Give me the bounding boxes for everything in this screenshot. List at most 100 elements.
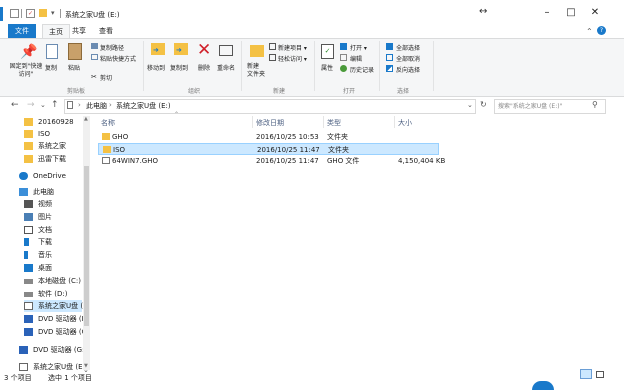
folder-icon — [24, 118, 33, 126]
folder-icon — [24, 130, 33, 138]
breadcrumb-usb-drive[interactable]: 系统之家U盘 (E:) — [116, 101, 171, 111]
column-date[interactable]: 修改日期 — [256, 118, 284, 128]
sidebar-item[interactable]: 音乐 — [24, 249, 82, 261]
usb-drive-icon — [24, 302, 33, 310]
sidebar-item[interactable]: 20160928 — [24, 116, 82, 128]
properties-button[interactable]: 属性 — [321, 63, 333, 72]
paste-button[interactable]: 粘贴 — [68, 63, 80, 72]
sidebar-item[interactable]: 系统之家U盘 (E: — [24, 300, 90, 312]
sidebar-item[interactable]: 图片 — [24, 211, 82, 223]
sidebar-item[interactable]: 下载 — [24, 236, 82, 248]
cloud-icon — [19, 172, 28, 180]
sidebar-item-label: 20160928 — [38, 118, 74, 126]
tab-share[interactable]: 共享 — [66, 24, 92, 38]
new-item-button[interactable]: 新建项目 ▾ — [278, 43, 307, 52]
table-row[interactable]: GHO 2016/10/25 10:53 文件夹 — [98, 131, 439, 143]
folder-icon — [24, 142, 33, 150]
sidebar-item[interactable]: 本地磁盘 (C:) — [24, 275, 82, 287]
group-select-label: 选择 — [397, 88, 410, 95]
large-icons-view-icon[interactable] — [596, 371, 604, 378]
properties-icon: ✓ — [321, 44, 334, 59]
search-placeholder: 搜索"系统之家U盘 (E:)" — [498, 103, 563, 110]
paste-shortcut-button[interactable]: 粘贴快捷方式 — [100, 54, 136, 63]
history-button[interactable]: 历史记录 — [350, 65, 374, 74]
folder-quick-icon[interactable] — [39, 9, 47, 17]
document-icon — [24, 226, 33, 234]
new-item-icon — [269, 43, 276, 50]
delete-button[interactable]: 删除 — [198, 63, 210, 72]
select-none-button[interactable]: 全部取消 — [396, 54, 420, 63]
sidebar-item[interactable]: 软件 (D:) — [24, 288, 82, 300]
invert-selection-button[interactable]: 反向选择 — [396, 65, 420, 74]
cut-button[interactable]: 剪切 — [100, 73, 112, 82]
help-icon[interactable]: ? — [597, 26, 606, 35]
sidebar-item[interactable]: 视频 — [24, 198, 82, 210]
sidebar-item[interactable]: DVD 驱动器 (F:) — [24, 313, 90, 325]
pin-quick-access-button[interactable]: 固定到"快速访问" — [9, 63, 43, 79]
edit-button[interactable]: 编辑 — [350, 54, 362, 63]
scroll-up-icon[interactable]: ▲ — [84, 116, 88, 122]
dvd-icon — [24, 328, 33, 336]
collapse-ribbon-icon[interactable]: ⌃ — [586, 27, 593, 36]
scissors-icon: ✂ — [91, 73, 97, 81]
column-type[interactable]: 类型 — [327, 118, 341, 128]
tab-view[interactable]: 查看 — [93, 24, 119, 38]
copy-to-button[interactable]: 复制到 — [170, 63, 188, 72]
sidebar-item-label: 桌面 — [38, 264, 52, 272]
tab-file[interactable]: 文件 — [8, 24, 36, 38]
address-dropdown-icon[interactable]: ⌄ — [467, 101, 473, 109]
title-divider — [60, 9, 61, 18]
search-icon[interactable]: ⚲ — [592, 100, 598, 109]
forward-icon[interactable]: → — [27, 100, 35, 110]
open-button[interactable]: 打开 ▾ — [350, 43, 367, 52]
sidebar-item[interactable]: 文档 — [24, 224, 82, 236]
table-row[interactable]: 64WIN7.GHO 2016/10/25 11:47 GHO 文件 4,150,40… — [98, 155, 445, 167]
group-divider — [433, 41, 434, 91]
group-organize-label: 组织 — [188, 88, 201, 95]
sidebar-item-label: OneDrive — [33, 172, 66, 180]
new-folder-label-1: 新建 — [247, 63, 260, 70]
app-icon — [0, 7, 3, 21]
rename-icon — [219, 45, 233, 56]
properties-quick-icon[interactable] — [10, 9, 19, 18]
sidebar-item[interactable]: 此电脑 — [19, 186, 82, 198]
recent-dropdown-icon[interactable]: ⌄ — [40, 101, 46, 109]
copy-button[interactable]: 复制 — [45, 63, 57, 72]
close-button[interactable]: ✕ — [583, 6, 607, 20]
sidebar-item[interactable]: 桌面 — [24, 262, 82, 274]
minimize-button[interactable]: – — [535, 6, 559, 20]
sidebar-item-label: DVD 驱动器 (G:) — [33, 346, 88, 354]
refresh-icon[interactable]: ↻ — [480, 100, 487, 109]
column-divider — [394, 116, 395, 128]
expand-icon[interactable]: ↔ — [479, 6, 487, 17]
new-folder-button[interactable]: 新建 文件夹 — [247, 63, 265, 79]
group-open-label: 打开 — [343, 88, 356, 95]
sidebar-item[interactable]: 系统之家 — [24, 140, 82, 152]
sidebar-item[interactable]: DVD 驱动器 (G:) — [19, 344, 87, 356]
rename-button[interactable]: 重命名 — [217, 63, 235, 72]
dvd-icon — [24, 315, 33, 323]
check-quick-icon[interactable]: ✓ — [26, 9, 35, 18]
easy-access-button[interactable]: 轻松访问 ▾ — [278, 54, 307, 63]
maximize-button[interactable]: □ — [559, 6, 583, 20]
column-size[interactable]: 大小 — [398, 118, 412, 128]
sidebar-item[interactable]: DVD 驱动器 (G: — [24, 326, 89, 338]
move-to-button[interactable]: 移动到 — [147, 63, 165, 72]
up-icon[interactable]: ↑ — [51, 100, 59, 110]
folder-icon — [102, 133, 110, 140]
sidebar-item[interactable]: OneDrive — [19, 170, 82, 182]
details-view-icon[interactable] — [580, 369, 592, 379]
sidebar-item[interactable]: 迅雷下载 — [24, 153, 82, 165]
breadcrumb-this-pc[interactable]: 此电脑 — [86, 101, 107, 111]
back-icon[interactable]: ← — [11, 100, 19, 110]
sidebar-item[interactable]: ISO — [24, 128, 82, 140]
copy-path-button[interactable]: 复制路径 — [100, 43, 124, 52]
table-row[interactable]: ISO 2016/10/25 11:47 文件夹 — [98, 143, 439, 155]
select-all-button[interactable]: 全部选择 — [396, 43, 420, 52]
nav-scroll-thumb[interactable] — [84, 166, 89, 326]
column-name[interactable]: 名称 — [101, 118, 115, 128]
customize-quick-icon[interactable]: ▾ — [51, 9, 55, 17]
sidebar-item[interactable]: 系统之家U盘 (E:) — [19, 361, 88, 373]
paste-icon — [68, 43, 82, 60]
drive-icon — [24, 279, 33, 284]
